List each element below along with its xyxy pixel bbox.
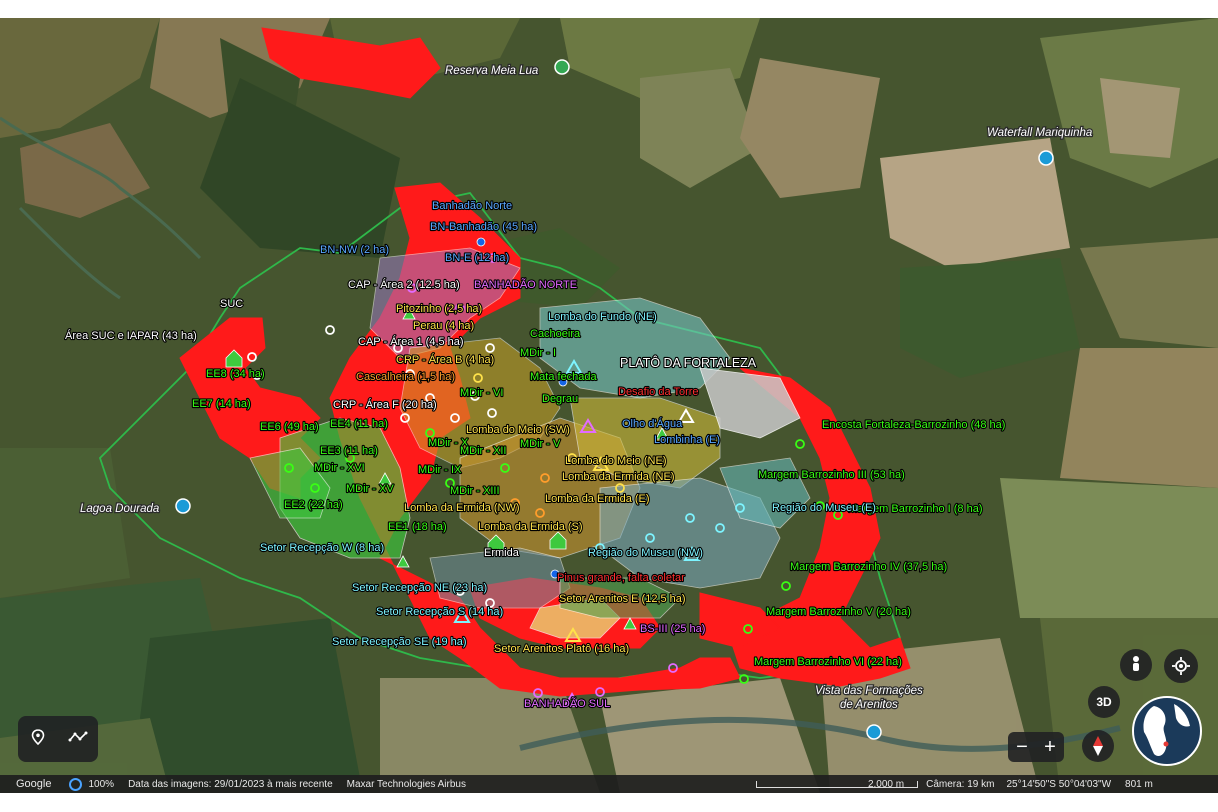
label-setor-recepcao-ne: Setor Recepção NE (23 ha)	[352, 582, 487, 594]
label-ee8: EE8 (34 ha)	[206, 368, 265, 380]
label-olho-agua: Olho d'Água	[622, 417, 683, 430]
label-setor-recepcao-s: Setor Recepção S (14 ha)	[376, 606, 503, 618]
label-lomba-ermida-nw: Lomba da Ermida (NW)	[404, 502, 520, 514]
scale-label: 2.000 m	[867, 778, 905, 790]
label-lomba-meio-sw: Lomba do Meio (SW)	[466, 424, 570, 436]
label-reserva: Reserva Meia Lua	[445, 65, 538, 77]
label-lomba-ermida-e: Lomba da Ermida (E)	[545, 493, 650, 505]
zoom-controls[interactable]: − +	[1008, 732, 1064, 762]
label-bn-nw: BN-NW (2 ha)	[320, 244, 389, 256]
label-setor-arenitos-e: Setor Arenitos E (12,5 ha)	[559, 593, 686, 605]
label-ermida: Ermida	[484, 547, 520, 559]
label-cachoeira: Cachoeira	[530, 328, 581, 340]
label-cascalheira: Cascalheira (1,5 ha)	[356, 371, 455, 383]
status-bar: Google 100% Data das imagens: 29/01/2023…	[0, 775, 1218, 793]
label-setor-arenitos-plato: Setor Arenitos Platô (16 ha)	[494, 643, 629, 655]
compass-icon[interactable]	[1082, 730, 1114, 762]
my-location-icon[interactable]	[1164, 649, 1198, 683]
label-ee3: EE3 (11 ha)	[320, 445, 378, 457]
label-degrau: Degrau	[542, 393, 578, 405]
label-mdir-xvi: MDir - XVI	[314, 462, 365, 474]
camera-pin-icon	[1038, 150, 1054, 166]
label-margem3: Margem Barrozinho III (53 ha)	[758, 469, 905, 481]
label-encosta: Encosta Fortaleza-Barrozinho (48 ha)	[822, 419, 1005, 431]
label-mdir-xiii: MDir - XIII	[450, 485, 500, 497]
label-bn-banhadao: BN-Banhadão (45 ha)	[430, 221, 537, 233]
label-ee4: EE4 (11 ha)	[330, 418, 388, 430]
label-mata-fechada: Mata fechada	[530, 371, 598, 383]
street-view-pegman-icon[interactable]	[1120, 649, 1152, 681]
label-ee1: EE1 (18 ha)	[388, 521, 447, 533]
label-margem5: Margem Barrozinho V (20 ha)	[766, 606, 911, 618]
label-mdir-ix: MDir - IX	[418, 464, 462, 476]
label-ee7: EE7 (14 ha)	[192, 398, 251, 410]
label-lomba-meio-ne: Lomba do Meio (NE)	[565, 455, 667, 467]
label-lombinha: Lombinha (E)	[654, 434, 720, 446]
label-lagoa: Lagoa Dourada	[80, 503, 159, 515]
label-ee2: EE2 (22 ha)	[284, 499, 343, 511]
label-bn-e: BN-E (12 ha)	[445, 252, 509, 264]
image-date: Data das imagens: 29/01/2023 à mais rece…	[128, 778, 333, 790]
label-pitozinho: Pitozinho (2,5 ha)	[396, 303, 482, 315]
path-measure-icon[interactable]	[68, 728, 88, 751]
label-banhadao-sul: BANHADÃO SUL	[524, 697, 610, 710]
3d-toggle-button[interactable]: 3D	[1088, 686, 1120, 718]
label-banhadao-norte-title: Banhadão Norte	[432, 200, 512, 212]
satellite-map[interactable]: Reserva Meia Lua Waterfall Mariquinha La…	[0, 18, 1218, 793]
reserve-pin-icon	[554, 59, 570, 75]
label-lomba-fundo: Lomba do Fundo (NE)	[548, 311, 657, 323]
label-vista-1: Vista das Formações	[815, 685, 923, 697]
label-regiao-museu-e: Região do Museu (E)	[772, 502, 876, 514]
load-percent: 100%	[88, 778, 115, 790]
coordinates: 25°14'50"S 50°04'03"W	[1006, 778, 1112, 790]
label-pinus: Pinus grande, falta coletar	[557, 572, 685, 584]
image-providers: Maxar Technologies Airbus	[346, 778, 466, 790]
label-mdir-xv: MDir - XV	[346, 483, 394, 495]
google-logo: Google	[16, 778, 52, 790]
loading-ring-icon	[69, 777, 83, 791]
camera-pin-icon-2	[175, 498, 191, 514]
label-cap-area2: CAP - Área 2 (12.5 ha)	[348, 278, 460, 291]
label-ee6: EE6 (49 ha)	[260, 421, 319, 433]
location-pin-icon[interactable]	[29, 728, 47, 751]
label-cap-area1: CAP - Área 1 (4,5 ha)	[358, 335, 464, 348]
label-mdir-xii: MDir - XII	[460, 445, 506, 457]
label-mdir-i: MDir - I	[520, 347, 556, 359]
label-vista-2: de Arenitos	[840, 699, 898, 711]
label-crp-areaf: CRP - Área F (20 ha)	[333, 398, 437, 411]
label-setor-recepcao-se: Setor Recepção SE (19 ha)	[332, 636, 467, 648]
label-suc: SUC	[220, 298, 243, 310]
bottom-strip	[0, 793, 1218, 812]
tools-panel[interactable]	[18, 716, 98, 762]
label-mdir-vi: MDir - VI	[460, 387, 503, 399]
altitude: 801 m	[1125, 778, 1153, 790]
label-desafio-torre: Desafio da Torre	[618, 386, 699, 398]
label-waterfall: Waterfall Mariquinha	[987, 127, 1092, 139]
camera-pin-icon-3	[866, 724, 882, 740]
zoom-out-button[interactable]: −	[1016, 736, 1028, 759]
label-crp-areab: CRP - Área B (4 ha)	[396, 353, 494, 366]
label-regiao-museu-nw: Região do Museu (NW)	[588, 547, 703, 559]
top-strip	[0, 0, 1218, 18]
label-bs3: BS-III (25 ha)	[640, 623, 705, 635]
map-viewport[interactable]: Reserva Meia Lua Waterfall Mariquinha La…	[0, 18, 1218, 793]
label-lomba-ermida-s: Lomba da Ermida (S)	[478, 521, 583, 533]
label-margem6: Margem Barrozinho VI (22 ha)	[754, 656, 902, 668]
label-margem4: Margem Barrozinho IV (37,5 ha)	[790, 561, 947, 573]
label-perau: Perau (4 ha)	[413, 320, 474, 332]
zoom-in-button[interactable]: +	[1044, 736, 1056, 759]
label-setor-recepcao-w: Setor Recepção W (8 ha)	[260, 542, 384, 554]
label-plato: PLATÔ DA FORTALEZA	[620, 355, 757, 370]
label-lomba-ermida-ne: Lomba da Ermida (NE)	[562, 471, 675, 483]
camera-distance: Câmera: 19 km	[926, 778, 995, 790]
globe-overview-icon[interactable]	[1132, 696, 1202, 766]
label-mdir-v: MDir - V	[520, 438, 561, 450]
label-area-suc: Área SUC e IAPAR (43 ha)	[65, 329, 197, 342]
label-banhadao-norte-caps: BANHADÃO NORTE	[474, 278, 577, 291]
